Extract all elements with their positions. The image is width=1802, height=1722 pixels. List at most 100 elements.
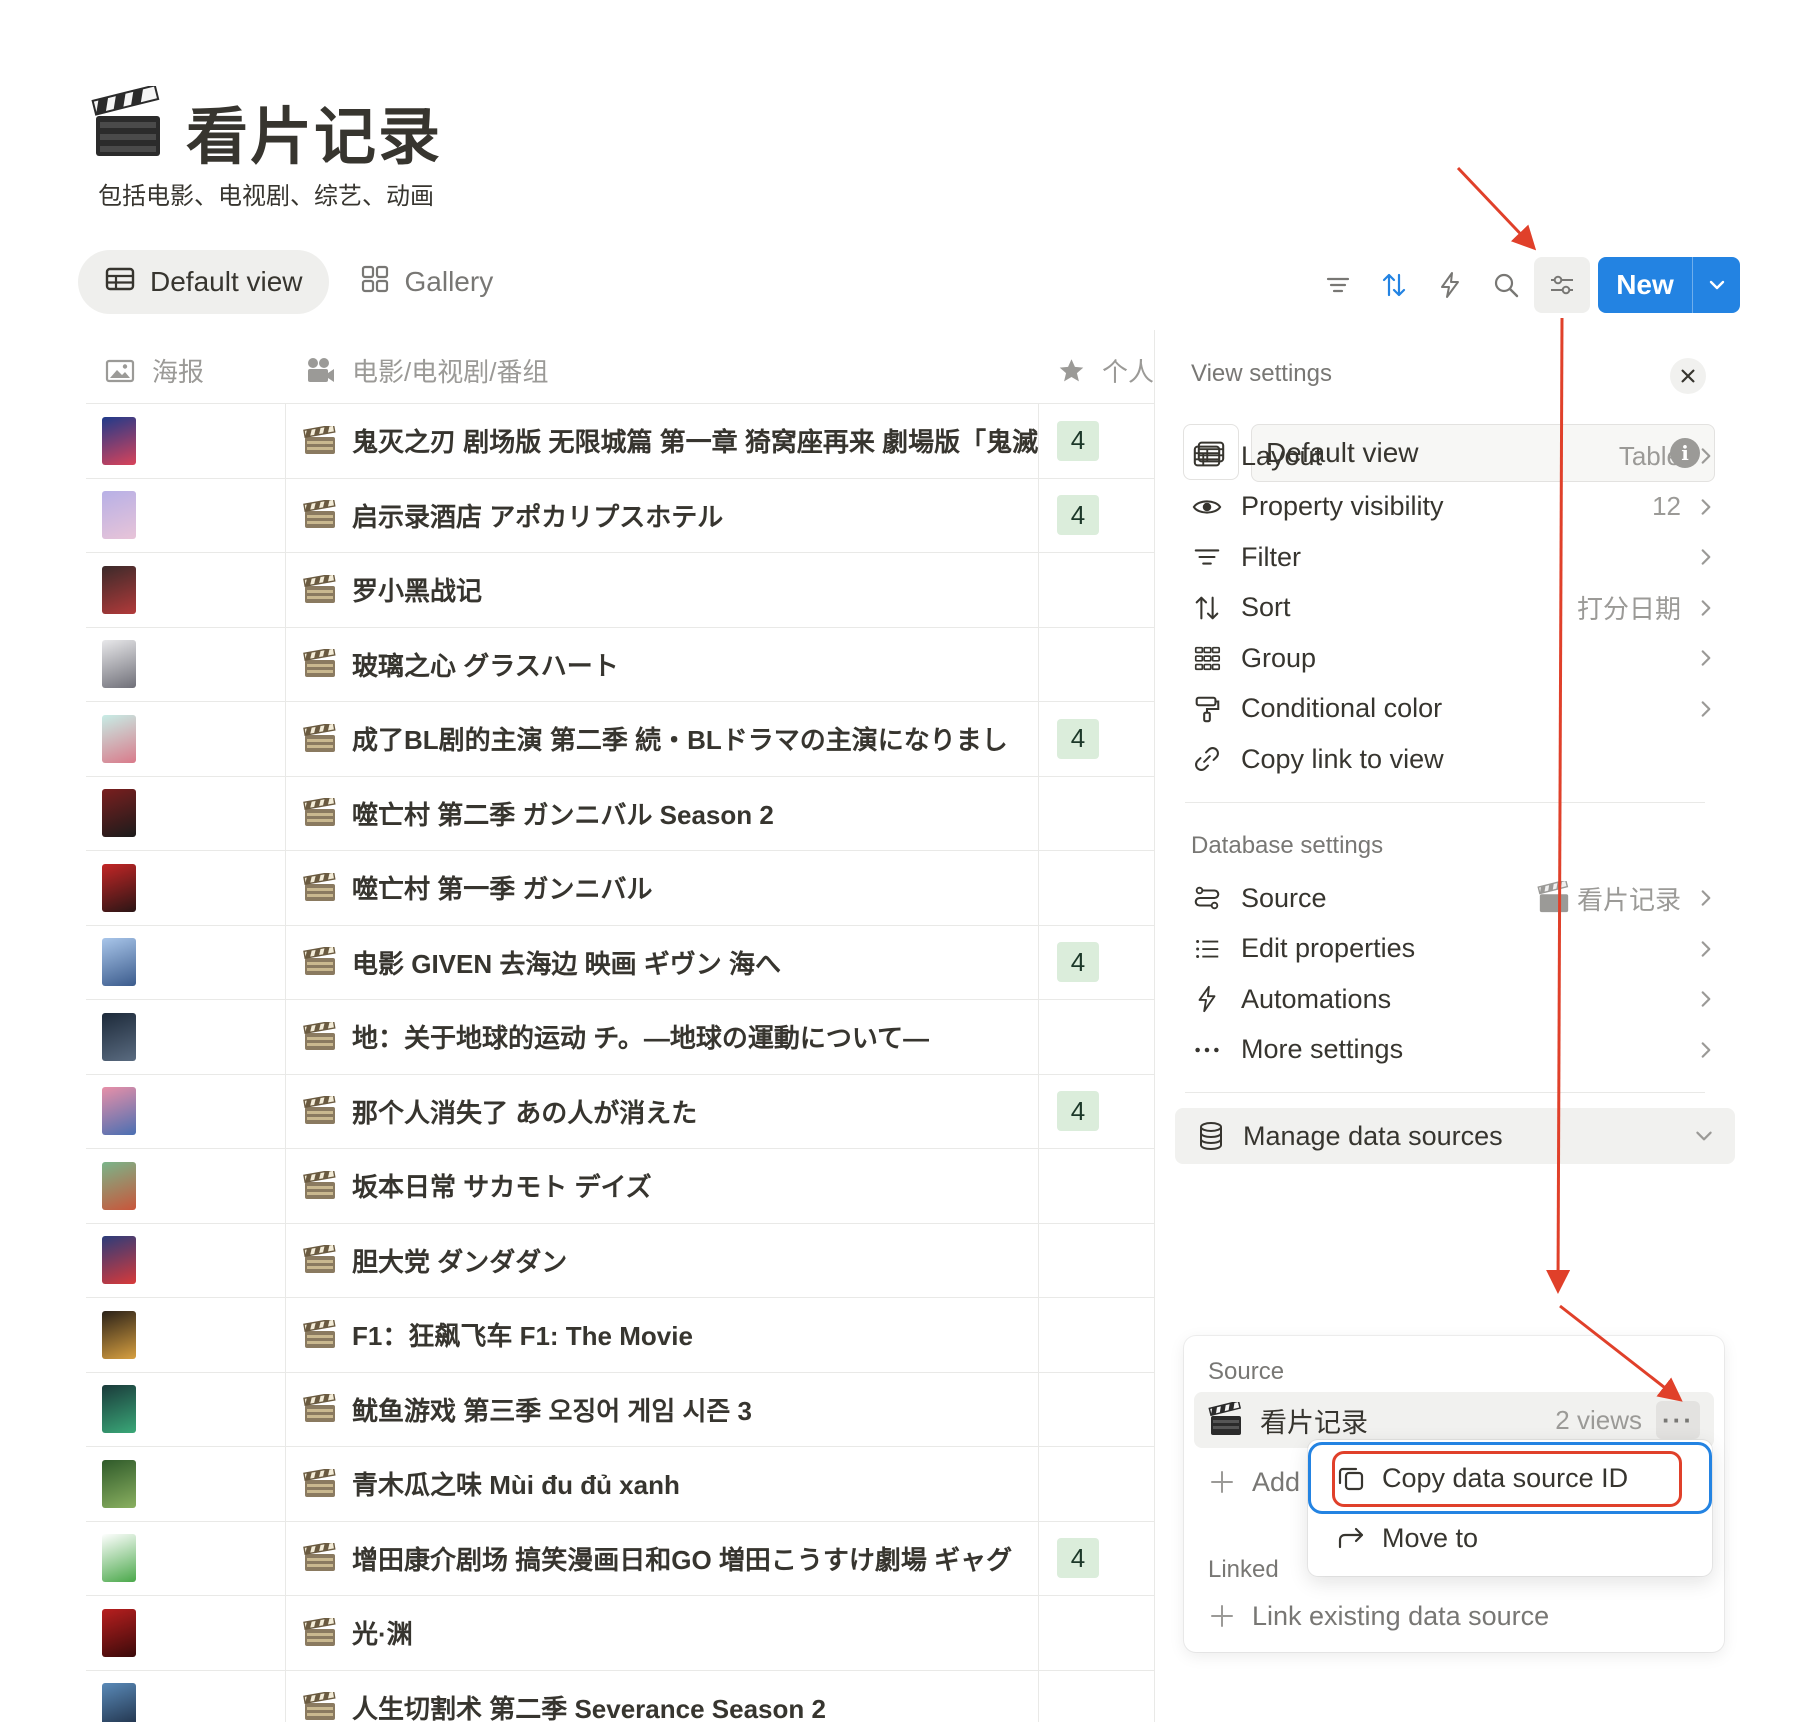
rating-cell[interactable]: 4 — [1039, 926, 1154, 1000]
column-header-title[interactable]: 电影/电视剧/番组 — [286, 338, 1039, 404]
table-row[interactable]: 噬亡村 第一季 ガンニバル — [86, 851, 1154, 926]
title-cell[interactable]: 地：关于地球的运动 チ。―地球の運動について― — [286, 1000, 1039, 1074]
more-options-button[interactable]: ··· — [1656, 1401, 1700, 1439]
title-cell[interactable]: 鬼灭之刃 剧场版 无限城篇 第一章 猗窝座再来 劇場版「鬼滅 — [286, 404, 1039, 478]
title-cell[interactable]: 罗小黑战记 — [286, 553, 1039, 627]
table-row[interactable]: 玻璃之心 グラスハート — [86, 627, 1154, 702]
poster-cell[interactable] — [86, 776, 286, 850]
move-to-item[interactable]: Move to — [1318, 1510, 1702, 1566]
menu-item-layout[interactable]: Layout Table — [1179, 430, 1727, 482]
rating-cell[interactable] — [1039, 1671, 1154, 1722]
clapperboard-icon[interactable] — [90, 84, 166, 162]
table-row[interactable]: 罗小黑战记 — [86, 553, 1154, 628]
rating-cell[interactable] — [1039, 851, 1154, 925]
title-cell[interactable]: 坂本日常 サカモト デイズ — [286, 1149, 1039, 1223]
menu-item-property-visibility[interactable]: Property visibility 12 — [1179, 481, 1727, 533]
title-cell[interactable]: 玻璃之心 グラスハート — [286, 627, 1039, 701]
menu-item-source[interactable]: Source 看片记录 — [1179, 872, 1727, 924]
rating-cell[interactable] — [1039, 1596, 1154, 1670]
poster-cell[interactable] — [86, 404, 286, 478]
rating-cell[interactable] — [1039, 1000, 1154, 1074]
table-row[interactable]: 电影 GIVEN 去海边 映画 ギヴン 海へ 4 — [86, 925, 1154, 1000]
table-row[interactable]: 坂本日常 サカモト デイズ — [86, 1149, 1154, 1224]
rating-cell[interactable] — [1039, 1224, 1154, 1298]
title-cell[interactable]: 噬亡村 第一季 ガンニバル — [286, 851, 1039, 925]
title-cell[interactable]: 青木瓜之味 Mùi đu đủ xanh — [286, 1447, 1039, 1521]
poster-cell[interactable] — [86, 478, 286, 552]
poster-cell[interactable] — [86, 1521, 286, 1595]
new-dropdown-button[interactable] — [1692, 257, 1740, 313]
table-row[interactable]: 人生切割术 第二季 Severance Season 2 — [86, 1670, 1154, 1722]
menu-item-copy-link-to-view[interactable]: Copy link to view — [1179, 733, 1727, 785]
poster-cell[interactable] — [86, 1223, 286, 1297]
search-button[interactable] — [1478, 257, 1534, 313]
title-cell[interactable]: 噬亡村 第二季 ガンニバル Season 2 — [286, 776, 1039, 850]
manage-data-sources-toggle[interactable]: Manage data sources — [1175, 1108, 1735, 1164]
poster-cell[interactable] — [86, 1372, 286, 1446]
title-cell[interactable]: 胆大党 ダンダダン — [286, 1223, 1039, 1297]
poster-cell[interactable] — [86, 627, 286, 701]
new-button[interactable]: New — [1598, 257, 1692, 313]
table-row[interactable]: 那个人消失了 あの人が消えた 4 — [86, 1074, 1154, 1149]
title-cell[interactable]: 增田康介剧场 搞笑漫画日和GO 増田こうすけ劇場 ギャグ — [286, 1521, 1039, 1595]
rating-cell[interactable] — [1039, 553, 1154, 627]
poster-cell[interactable] — [86, 553, 286, 627]
copy-data-source-id-item[interactable]: Copy data source ID — [1318, 1450, 1702, 1506]
rating-cell[interactable] — [1039, 1298, 1154, 1372]
poster-cell[interactable] — [86, 1000, 286, 1074]
title-cell[interactable]: 光·渊 — [286, 1596, 1039, 1670]
rating-cell[interactable] — [1039, 777, 1154, 851]
tab-gallery[interactable]: Gallery — [333, 250, 520, 314]
column-header-poster[interactable]: 海报 — [86, 338, 286, 404]
table-row[interactable]: 鬼灭之刃 剧场版 无限城篇 第一章 猗窝座再来 劇場版「鬼滅 4 — [86, 404, 1154, 479]
poster-cell[interactable] — [86, 851, 286, 925]
menu-item-edit-properties[interactable]: Edit properties — [1179, 923, 1727, 975]
rating-cell[interactable] — [1039, 1149, 1154, 1223]
table-row[interactable]: 启示录酒店 アポカリプスホテル 4 — [86, 478, 1154, 553]
rating-cell[interactable]: 4 — [1039, 479, 1154, 553]
poster-cell[interactable] — [86, 702, 286, 776]
title-cell[interactable]: 启示录酒店 アポカリプスホテル — [286, 478, 1039, 552]
rating-cell[interactable]: 4 — [1039, 1522, 1154, 1596]
table-row[interactable]: F1：狂飙飞车 F1: The Movie — [86, 1298, 1154, 1373]
column-header-rating[interactable]: 个人 — [1039, 338, 1154, 404]
rating-cell[interactable]: 4 — [1039, 404, 1154, 478]
table-row[interactable]: 成了BL剧的主演 第二季 続・BLドラマの主演になりまし 4 — [86, 702, 1154, 777]
rating-cell[interactable] — [1039, 628, 1154, 702]
poster-cell[interactable] — [86, 925, 286, 999]
poster-cell[interactable] — [86, 1298, 286, 1372]
menu-item-group[interactable]: Group — [1179, 632, 1727, 684]
title-cell[interactable]: 成了BL剧的主演 第二季 続・BLドラマの主演になりまし — [286, 702, 1039, 776]
menu-item-more-settings[interactable]: More settings — [1179, 1024, 1727, 1076]
table-row[interactable]: 增田康介剧场 搞笑漫画日和GO 増田こうすけ劇場 ギャグ 4 — [86, 1521, 1154, 1596]
link-existing-data-source-button[interactable]: Link existing data source — [1208, 1591, 1549, 1641]
poster-cell[interactable] — [86, 1670, 286, 1722]
rating-cell[interactable]: 4 — [1039, 1075, 1154, 1149]
table-row[interactable]: 鱿鱼游戏 第三季 오징어 게임 시즌 3 — [86, 1372, 1154, 1447]
add-data-source-button[interactable]: Add — [1208, 1457, 1300, 1507]
close-button[interactable] — [1670, 358, 1706, 394]
menu-item-filter[interactable]: Filter — [1179, 531, 1727, 583]
table-row[interactable]: 地：关于地球的运动 チ。―地球の運動について― — [86, 1000, 1154, 1075]
title-cell[interactable]: 人生切割术 第二季 Severance Season 2 — [286, 1670, 1039, 1722]
poster-cell[interactable] — [86, 1596, 286, 1670]
poster-cell[interactable] — [86, 1149, 286, 1223]
automations-button[interactable] — [1422, 257, 1478, 313]
menu-item-automations[interactable]: Automations — [1179, 973, 1727, 1025]
table-row[interactable]: 胆大党 ダンダダン — [86, 1223, 1154, 1298]
rating-cell[interactable] — [1039, 1447, 1154, 1521]
filter-button[interactable] — [1310, 257, 1366, 313]
sort-button[interactable] — [1366, 257, 1422, 313]
poster-cell[interactable] — [86, 1447, 286, 1521]
tab-default-view[interactable]: Default view — [78, 250, 329, 314]
rating-cell[interactable]: 4 — [1039, 702, 1154, 776]
title-cell[interactable]: 电影 GIVEN 去海边 映画 ギヴン 海へ — [286, 925, 1039, 999]
page-title[interactable]: 看片记录 — [186, 86, 442, 176]
title-cell[interactable]: F1：狂飙飞车 F1: The Movie — [286, 1298, 1039, 1372]
menu-item-conditional-color[interactable]: Conditional color — [1179, 683, 1727, 735]
poster-cell[interactable] — [86, 1074, 286, 1148]
table-row[interactable]: 光·渊 — [86, 1596, 1154, 1671]
table-row[interactable]: 青木瓜之味 Mùi đu đủ xanh — [86, 1447, 1154, 1522]
rating-cell[interactable] — [1039, 1373, 1154, 1447]
view-settings-button[interactable] — [1534, 257, 1590, 313]
